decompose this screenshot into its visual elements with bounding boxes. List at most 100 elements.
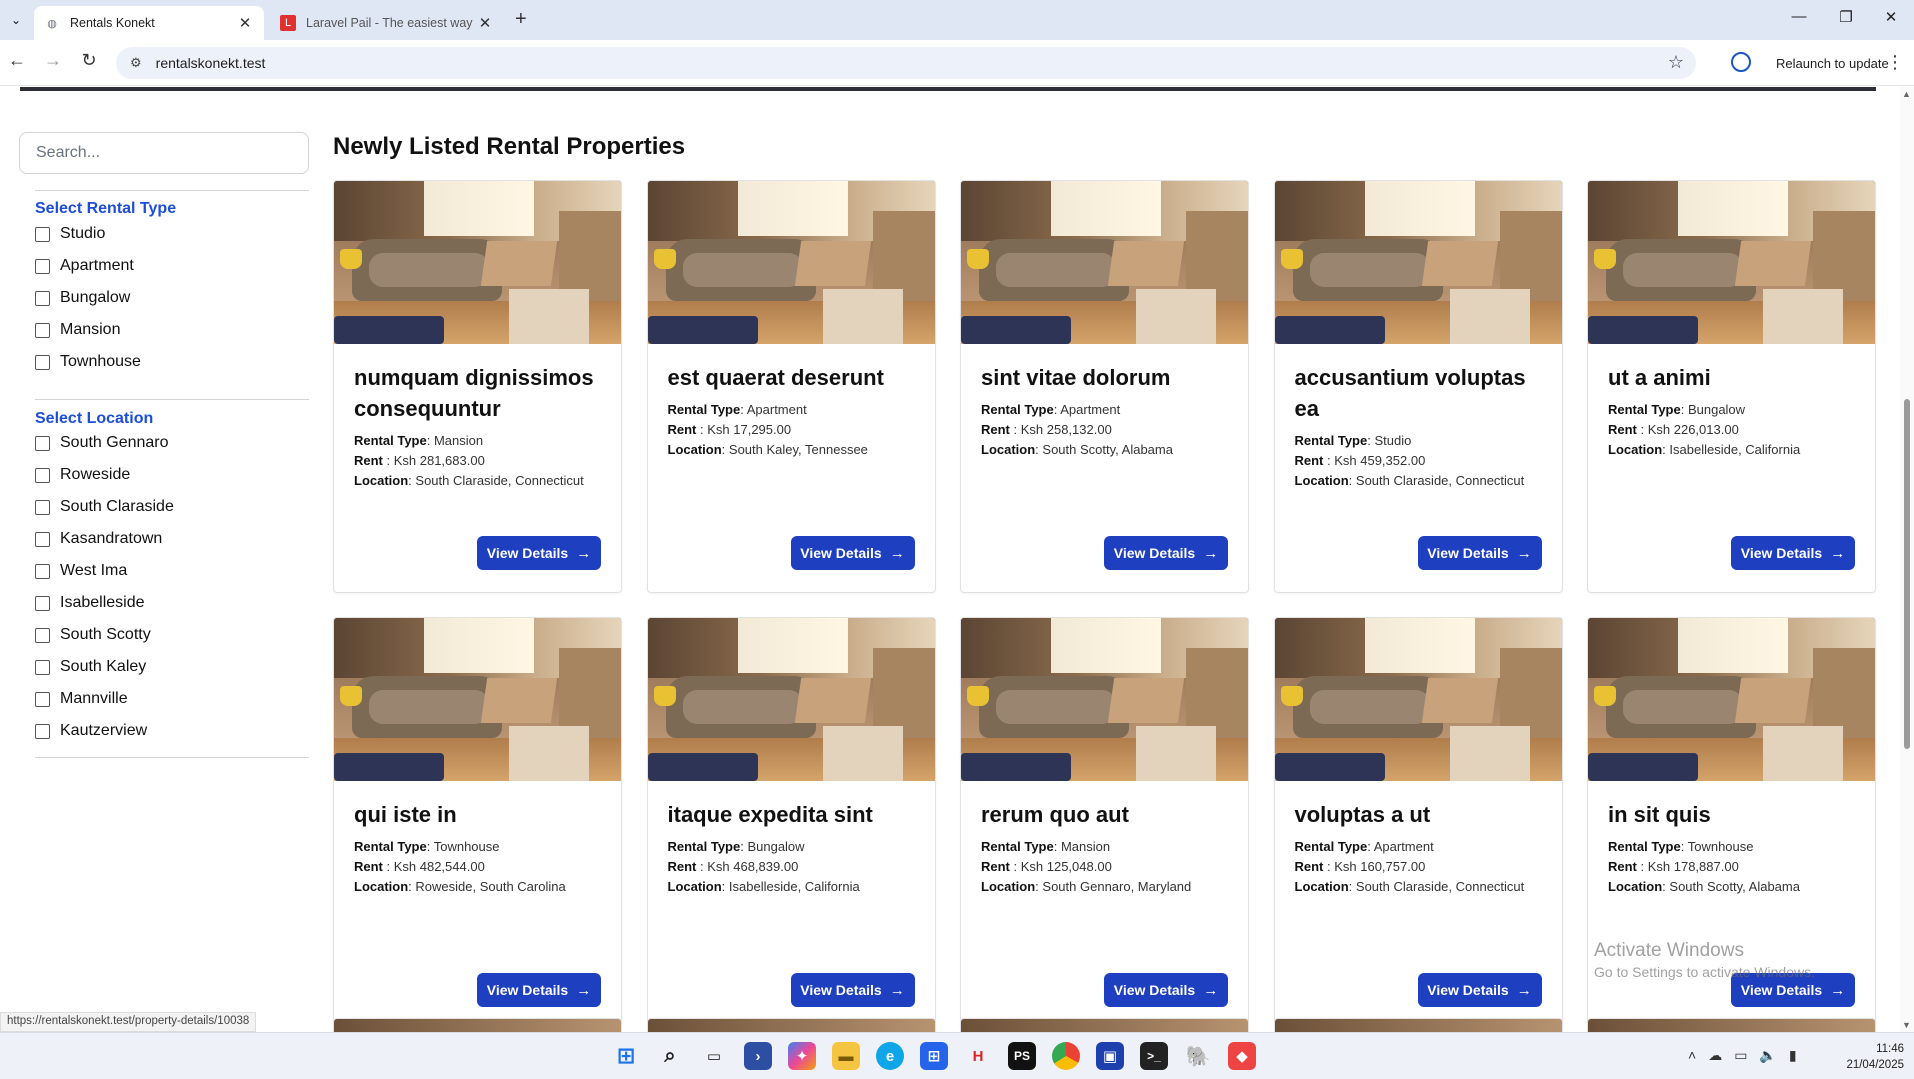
- view-details-label: View Details: [1740, 982, 1823, 998]
- store-icon[interactable]: ⊞: [920, 1042, 948, 1070]
- phpstorm-icon[interactable]: PS: [1008, 1042, 1036, 1070]
- page-scrollbar[interactable]: ▲ ▼: [1900, 87, 1914, 1032]
- battery-icon[interactable]: ▮: [1789, 1047, 1797, 1064]
- terminal-icon[interactable]: >_: [1140, 1042, 1168, 1070]
- powershell-icon[interactable]: ›: [744, 1042, 772, 1070]
- system-tray[interactable]: ˄ ☁ ▭ 🔈 ▮: [1688, 1047, 1797, 1064]
- location-value: Isabelleside, California: [1669, 442, 1801, 457]
- restore-icon[interactable]: ❐: [1831, 8, 1861, 26]
- location-option[interactable]: South Scotty: [35, 619, 174, 651]
- chrome-icon[interactable]: [1052, 1042, 1080, 1070]
- location-row: Location: South Claraside, Connecticut: [1294, 879, 1525, 894]
- scroll-down-icon[interactable]: ▼: [1902, 1020, 1911, 1030]
- menu-icon[interactable]: ⋮: [1886, 52, 1904, 73]
- view-details-button[interactable]: View Details →: [790, 973, 915, 1007]
- remote-desktop-icon[interactable]: ▣: [1096, 1042, 1124, 1070]
- search-icon[interactable]: ⌕: [656, 1042, 684, 1070]
- forward-icon[interactable]: →: [40, 50, 66, 71]
- checkbox[interactable]: [35, 354, 50, 370]
- arrow-right-icon: →: [1516, 981, 1532, 999]
- heidisql-icon[interactable]: H: [964, 1042, 992, 1070]
- rental-type-option[interactable]: Studio: [35, 218, 141, 250]
- checkbox[interactable]: [35, 226, 50, 242]
- minimize-icon[interactable]: —: [1784, 8, 1814, 25]
- checkbox[interactable]: [35, 659, 50, 675]
- close-tab-icon[interactable]: ✕: [476, 14, 494, 32]
- tab-search-icon[interactable]: ⌄: [6, 10, 26, 30]
- close-tab-icon[interactable]: ✕: [236, 14, 254, 32]
- rent-row: Rent : Ksh 459,352.00: [1294, 453, 1426, 468]
- relaunch-button[interactable]: Relaunch to update: [1766, 48, 1899, 78]
- bookmark-star-icon[interactable]: ☆: [1668, 52, 1684, 73]
- rental-type-label: Rental Type: [1608, 839, 1681, 854]
- scroll-up-icon[interactable]: ▲: [1902, 89, 1911, 99]
- location-option[interactable]: South Kaley: [35, 651, 174, 683]
- checkbox[interactable]: [35, 531, 50, 547]
- clock[interactable]: 11:46 21/04/2025: [1834, 1041, 1904, 1073]
- location-option[interactable]: Kasandratown: [35, 523, 174, 555]
- rental-type-option[interactable]: Apartment: [35, 250, 141, 282]
- view-details-button[interactable]: View Details →: [1104, 536, 1228, 570]
- checkbox[interactable]: [35, 595, 50, 611]
- view-details-button[interactable]: View Details →: [1104, 973, 1228, 1007]
- view-details-button[interactable]: View Details →: [1417, 973, 1542, 1007]
- view-details-button[interactable]: View Details →: [477, 973, 601, 1007]
- search-input[interactable]: [19, 132, 309, 174]
- tab-rentals-konekt[interactable]: ◍ Rentals Konekt ✕: [34, 6, 264, 40]
- location-value: South Claraside, Connecticut: [1355, 473, 1525, 488]
- location-option[interactable]: South Gennaro: [35, 427, 174, 459]
- new-tab-button[interactable]: +: [515, 8, 527, 31]
- git-icon[interactable]: ◆: [1228, 1042, 1256, 1070]
- checkbox[interactable]: [35, 322, 50, 338]
- checkbox[interactable]: [35, 290, 50, 306]
- location-option[interactable]: Isabelleside: [35, 587, 174, 619]
- file-explorer-icon[interactable]: ▬: [832, 1042, 860, 1070]
- rental-type-label: Bungalow: [60, 289, 131, 306]
- checkbox[interactable]: [35, 499, 50, 515]
- task-view-icon[interactable]: ▭: [700, 1042, 728, 1070]
- location-option[interactable]: West Ima: [35, 555, 174, 587]
- checkbox[interactable]: [35, 691, 50, 707]
- scroll-thumb[interactable]: [1904, 399, 1910, 749]
- view-details-button[interactable]: View Details →: [790, 536, 915, 570]
- location-option[interactable]: Kautzerview: [35, 715, 174, 747]
- reload-icon[interactable]: ↻: [76, 50, 102, 71]
- section-title: Newly Listed Rental Properties: [333, 133, 686, 160]
- location-value: Isabelleside, California: [728, 879, 860, 894]
- checkbox[interactable]: [35, 627, 50, 643]
- rental-type-option[interactable]: Mansion: [35, 314, 141, 346]
- view-details-button[interactable]: View Details →: [1731, 536, 1855, 570]
- checkbox[interactable]: [35, 435, 50, 451]
- location-label: Location: [981, 442, 1036, 457]
- address-bar[interactable]: ⚙ rentalskonekt.test ☆: [116, 47, 1696, 79]
- postgres-icon[interactable]: 🐘: [1184, 1042, 1212, 1070]
- show-hidden-icon[interactable]: ˄: [1688, 1047, 1696, 1064]
- location-option[interactable]: South Claraside: [35, 491, 174, 523]
- rental-type-option[interactable]: Townhouse: [35, 346, 141, 378]
- checkbox[interactable]: [35, 467, 50, 483]
- property-card: qui iste in Rental Type: Townhouse Rent …: [333, 617, 622, 1030]
- checkbox[interactable]: [35, 258, 50, 274]
- arrow-right-icon: →: [1516, 544, 1532, 562]
- volume-icon[interactable]: 🔈: [1759, 1047, 1776, 1064]
- rental-type-option[interactable]: Bungalow: [35, 282, 141, 314]
- view-details-button[interactable]: View Details →: [1417, 536, 1542, 570]
- close-window-icon[interactable]: ✕: [1876, 8, 1906, 26]
- checkbox[interactable]: [35, 723, 50, 739]
- location-option[interactable]: Roweside: [35, 459, 174, 491]
- back-icon[interactable]: ←: [4, 50, 30, 71]
- location-row: Location: South Claraside, Connecticut: [1294, 473, 1525, 488]
- property-photo: [334, 618, 621, 781]
- site-info-icon[interactable]: ⚙: [130, 55, 142, 71]
- view-details-button[interactable]: View Details →: [477, 536, 601, 570]
- checkbox[interactable]: [35, 563, 50, 579]
- location-row: Location: South Kaley, Tennessee: [667, 442, 868, 457]
- tab-laravel-pail[interactable]: L Laravel Pail - The easiest way to ✕: [270, 6, 504, 40]
- onedrive-icon[interactable]: ☁: [1708, 1047, 1722, 1064]
- copilot-icon[interactable]: ✦: [788, 1042, 816, 1070]
- windows-start-icon[interactable]: ⊞: [612, 1042, 640, 1070]
- edge-icon[interactable]: e: [876, 1042, 904, 1070]
- network-icon[interactable]: ▭: [1734, 1047, 1747, 1064]
- profile-icon[interactable]: [1731, 52, 1751, 72]
- location-option[interactable]: Mannville: [35, 683, 174, 715]
